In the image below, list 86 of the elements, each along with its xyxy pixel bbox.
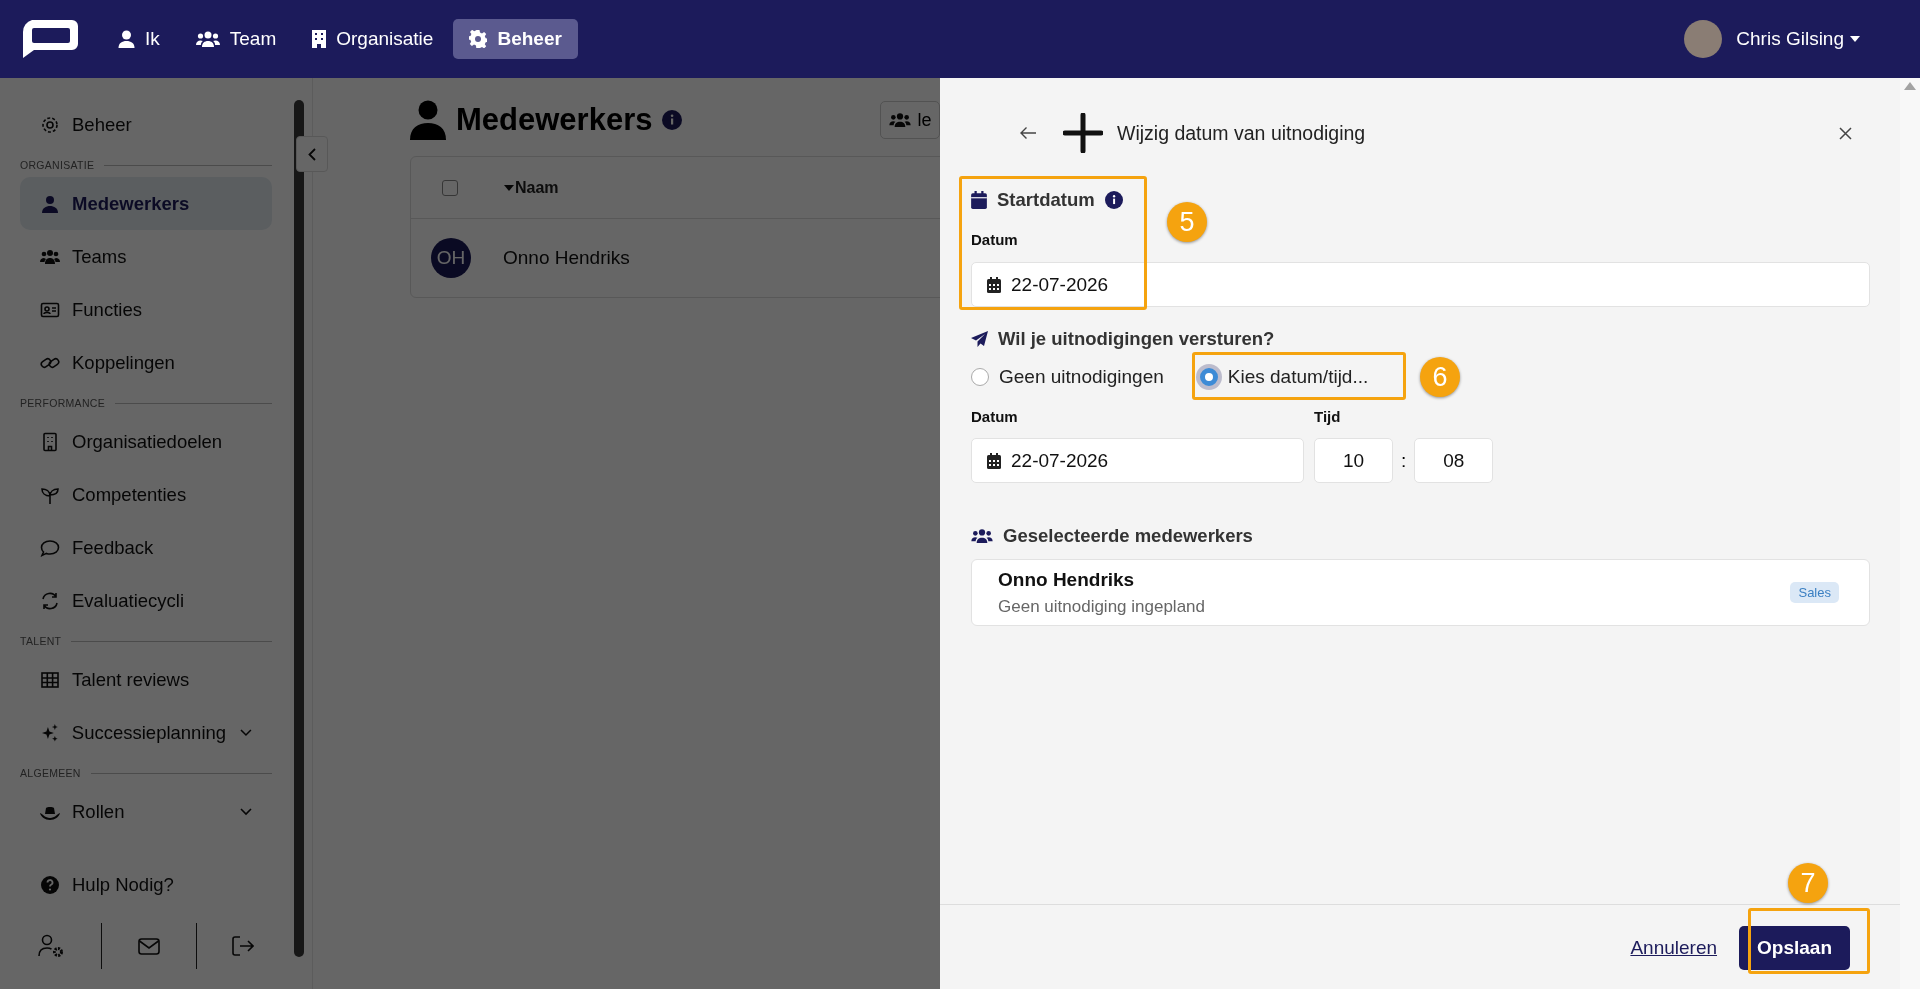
building-icon — [40, 431, 60, 452]
group-icon — [889, 112, 912, 128]
section-heading: ORGANISATIE — [20, 159, 95, 171]
step-badge: 6 — [1420, 357, 1460, 397]
section-heading: ALGEMEEN — [20, 767, 81, 779]
plus-icon — [1063, 113, 1103, 153]
hour-field[interactable]: 10 — [1314, 438, 1393, 483]
arrow-left-icon — [1019, 126, 1037, 140]
step-badge: 7 — [1788, 863, 1828, 903]
user-settings-icon[interactable] — [37, 934, 66, 958]
table-cell: Onno Hendriks — [503, 247, 630, 269]
chevron-left-icon — [308, 147, 316, 161]
sidebar-item[interactable]: Teams — [20, 230, 272, 283]
person-icon — [410, 100, 446, 140]
sidebar-item[interactable]: Successieplanning — [20, 706, 272, 759]
employee-name: Onno Hendriks — [998, 568, 1136, 591]
sidebar-item[interactable]: Rollen — [20, 785, 272, 838]
invitation-status: Geen uitnodiging ingepland — [998, 596, 1206, 617]
radio-button[interactable] — [1199, 368, 1218, 386]
sidebar-item[interactable]: Medewerkers — [20, 177, 272, 230]
section-heading: PERFORMANCE — [20, 397, 105, 409]
sidebar-item[interactable]: Functies — [20, 283, 272, 336]
info-icon — [1104, 191, 1123, 209]
calendar-icon — [987, 276, 1001, 293]
caret-icon — [1850, 36, 1860, 42]
grid-icon — [40, 669, 60, 690]
save-button[interactable]: Opslaan — [1739, 926, 1850, 970]
nav-tab[interactable]: Ik — [102, 19, 176, 59]
section-heading: Wil je uitnodigingen versturen? — [998, 328, 1275, 350]
info-icon — [662, 110, 683, 130]
team-tag: Sales — [1790, 582, 1839, 603]
field-label: Datum — [971, 231, 1018, 248]
person-icon — [118, 30, 135, 48]
calendar-icon — [971, 191, 987, 209]
radio-option[interactable]: Kies datum/tijd... — [1199, 366, 1369, 388]
group-icon — [195, 30, 220, 48]
panel-title: Wijzig datum van uitnodiging — [1117, 121, 1366, 145]
field-label: Tijd — [1314, 408, 1341, 425]
nav-tab[interactable]: Organisatie — [296, 19, 450, 59]
cancel-link[interactable]: Annuleren — [1630, 937, 1717, 959]
settings-icon — [40, 114, 60, 135]
sidebar-item[interactable]: Koppelingen — [20, 336, 272, 389]
sidebar-item[interactable]: Beheer — [20, 98, 272, 151]
collapse-button[interactable] — [296, 136, 328, 172]
date-field[interactable]: 22-07-2026 — [971, 438, 1304, 483]
close-icon — [1838, 126, 1852, 140]
sort-caret-icon — [504, 184, 514, 191]
page-title: Medewerkers — [456, 102, 653, 138]
initials-avatar: OH — [431, 238, 471, 278]
minute-field[interactable]: 08 — [1414, 438, 1494, 483]
section-heading: Startdatum — [997, 189, 1095, 211]
scroll-up-icon[interactable] — [1904, 82, 1916, 90]
person-icon — [40, 193, 60, 214]
nav-tab[interactable]: Team — [179, 19, 293, 59]
help-link[interactable]: Hulp Nodig? — [20, 858, 272, 911]
sidebar-item[interactable]: Competenties — [20, 468, 272, 521]
sidebar-item[interactable]: Feedback — [20, 521, 272, 574]
logout-icon[interactable] — [232, 936, 255, 956]
user-menu[interactable]: Chris Gilsing — [1736, 28, 1860, 50]
radio-button[interactable] — [971, 368, 989, 386]
sidebar-item[interactable]: Organisatiedoelen — [20, 415, 272, 468]
section-heading: TALENT — [20, 635, 62, 647]
team-button[interactable]: le — [880, 101, 941, 139]
select-all-checkbox[interactable] — [442, 179, 458, 196]
avatar-placeholder — [1684, 20, 1723, 58]
date-field[interactable]: 22-07-2026 — [971, 262, 1870, 307]
building-icon — [312, 30, 327, 48]
group-icon — [971, 528, 993, 544]
time-separator: : — [1401, 449, 1407, 472]
paper-plane-icon — [971, 330, 988, 348]
speech-bubble-icon — [40, 537, 60, 558]
step-badge: 5 — [1167, 202, 1207, 242]
column-header[interactable]: Naam — [504, 178, 559, 197]
question-icon — [40, 874, 60, 895]
sidebar-item[interactable]: Evaluatiecycli — [20, 574, 272, 627]
nav-tab[interactable]: Beheer — [453, 19, 578, 59]
settings-icon — [469, 30, 488, 48]
radio-option[interactable]: Geen uitnodigingen — [971, 366, 1164, 388]
speech-bubble-logo-icon — [20, 20, 78, 58]
envelope-icon[interactable] — [138, 937, 160, 955]
refresh-icon — [40, 590, 60, 611]
field-label: Datum — [971, 408, 1018, 425]
sparkles-icon — [40, 722, 60, 743]
sidebar-item[interactable]: Talent reviews — [20, 653, 272, 706]
section-heading: Geselecteerde medewerkers — [1003, 525, 1253, 547]
calendar-icon — [987, 452, 1001, 469]
